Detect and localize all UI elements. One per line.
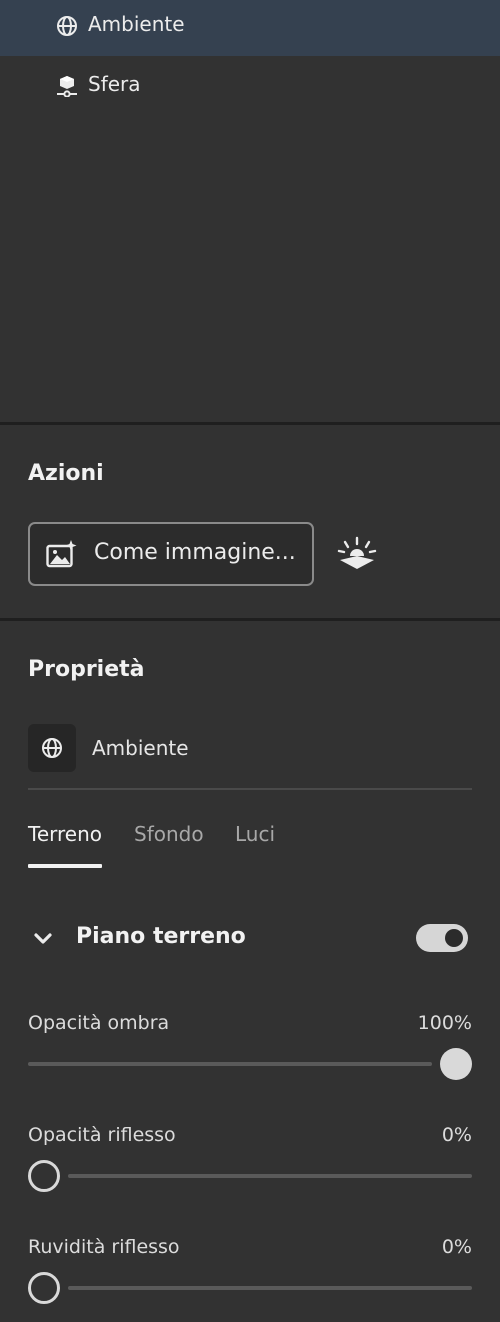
tab-sfondo[interactable]: Sfondo (134, 822, 204, 846)
tab-terreno[interactable]: Terreno (28, 822, 102, 846)
slider-label: Opacità riflesso (28, 1124, 176, 1146)
scene-tree: Ambiente Sfera (0, 0, 500, 422)
shadow-opacity-slider: Opacità ombra 100% (28, 1012, 472, 1092)
slider-rail (28, 1062, 432, 1066)
group-title: Piano terreno (76, 924, 246, 949)
slider-value: 0% (441, 1124, 472, 1146)
toggle-knob (445, 929, 463, 947)
slider-label: Opacità ombra (28, 1012, 170, 1034)
slider-value: 100% (417, 1012, 472, 1034)
ground-plane-group: Piano terreno (28, 918, 472, 962)
divider (0, 422, 500, 425)
tree-item-sfera[interactable]: Sfera (0, 60, 500, 116)
tab-luci[interactable]: Luci (235, 822, 275, 846)
properties-title: Proprietà (28, 657, 145, 682)
selected-object-label: Ambiente (92, 736, 189, 760)
render-button-label: Come immagine... (94, 540, 296, 565)
slider-thumb[interactable] (28, 1160, 60, 1192)
globe-icon (42, 738, 62, 758)
properties-panel: Ambiente Sfera Azioni Come immagine... P… (0, 0, 500, 1322)
reflection-opacity-slider: Opacità riflesso 0% (28, 1124, 472, 1204)
slider-track[interactable] (28, 1048, 472, 1080)
divider (28, 788, 472, 790)
render-as-image-button[interactable]: Come immagine... (28, 522, 314, 586)
sun-icon[interactable] (336, 536, 378, 572)
selected-object-row: Ambiente (28, 724, 472, 788)
tree-item-label: Sfera (88, 72, 141, 96)
slider-track[interactable] (28, 1272, 472, 1304)
tree-item-ambiente[interactable]: Ambiente (0, 0, 500, 56)
slider-value: 0% (441, 1236, 472, 1258)
slider-thumb[interactable] (440, 1048, 472, 1080)
slider-thumb[interactable] (28, 1272, 60, 1304)
globe-icon (57, 16, 77, 36)
chevron-down-icon[interactable] (28, 924, 58, 954)
slider-rail (68, 1286, 472, 1290)
actions-title: Azioni (28, 461, 104, 486)
ground-plane-toggle[interactable] (416, 924, 468, 952)
slider-track[interactable] (28, 1160, 472, 1192)
slider-rail (68, 1174, 472, 1178)
object-icon (57, 76, 77, 97)
tree-item-label: Ambiente (88, 12, 185, 36)
active-tab-indicator (28, 864, 102, 868)
image-sparkle-icon (46, 540, 77, 568)
reflection-roughness-slider: Ruvidità riflesso 0% (28, 1236, 472, 1316)
property-tabs: Terreno Sfondo Luci (28, 822, 472, 870)
divider (0, 618, 500, 621)
slider-label: Ruvidità riflesso (28, 1236, 180, 1258)
object-icon-box (28, 724, 76, 772)
